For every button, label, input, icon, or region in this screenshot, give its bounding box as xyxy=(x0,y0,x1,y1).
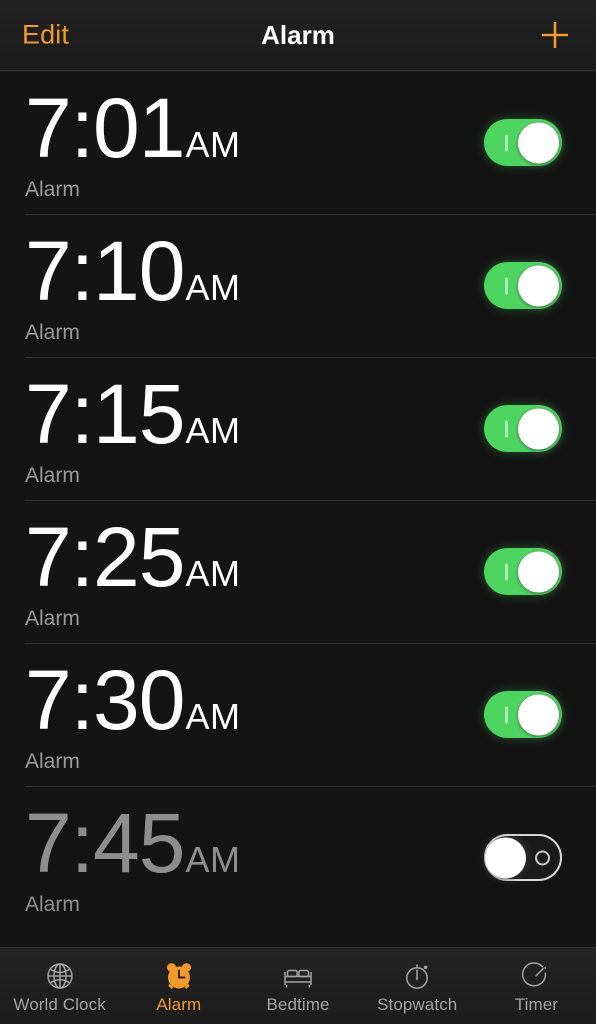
alarm-time-meridiem: AM xyxy=(185,553,241,595)
alarm-toggle[interactable] xyxy=(484,405,562,452)
tab-timer[interactable]: Timer xyxy=(477,948,596,1024)
alarm-label: Alarm xyxy=(25,606,80,630)
alarm-time-meridiem: AM xyxy=(185,267,241,309)
alarm-time-meridiem: AM xyxy=(185,696,241,738)
alarm-row[interactable]: 7:15 AM Alarm xyxy=(0,357,596,500)
alarm-label: Alarm xyxy=(25,892,80,916)
toggle-knob xyxy=(518,408,559,449)
tab-world-clock[interactable]: World Clock xyxy=(0,948,119,1024)
toggle-knob xyxy=(518,265,559,306)
alarm-toggle[interactable] xyxy=(484,834,562,881)
alarm-time-digits: 7:45 xyxy=(25,796,185,891)
plus-icon xyxy=(536,16,574,54)
toggle-knob xyxy=(518,122,559,163)
alarm-time: 7:10 AM xyxy=(25,224,484,319)
toggle-on-indicator-icon xyxy=(505,420,508,437)
alarm-time-meridiem: AM xyxy=(185,839,241,881)
alarm-time-digits: 7:30 xyxy=(25,653,185,748)
alarm-row[interactable]: 7:01 AM Alarm xyxy=(0,71,596,214)
alarm-time: 7:01 AM xyxy=(25,81,484,176)
alarm-time-digits: 7:15 xyxy=(25,367,185,462)
alarm-row[interactable]: 7:30 AM Alarm xyxy=(0,643,596,786)
alarm-clock-icon xyxy=(162,959,196,993)
alarm-info: 7:01 AM Alarm xyxy=(25,85,484,200)
tab-label: Bedtime xyxy=(266,995,330,1014)
timer-icon xyxy=(519,959,553,993)
stopwatch-icon xyxy=(400,959,434,993)
navigation-bar: Edit Alarm xyxy=(0,0,596,71)
alarm-time-digits: 7:10 xyxy=(25,224,185,319)
bed-icon xyxy=(281,959,315,993)
alarm-label: Alarm xyxy=(25,749,80,773)
tab-alarm[interactable]: Alarm xyxy=(119,948,238,1024)
tab-bedtime[interactable]: Bedtime xyxy=(238,948,357,1024)
tab-label: Alarm xyxy=(156,995,202,1014)
alarm-label: Alarm xyxy=(25,463,80,487)
alarm-toggle[interactable] xyxy=(484,119,562,166)
alarm-time-meridiem: AM xyxy=(185,410,241,452)
alarm-time-meridiem: AM xyxy=(185,124,241,166)
toggle-on-indicator-icon xyxy=(505,706,508,723)
toggle-knob xyxy=(518,694,559,735)
alarm-time-digits: 7:25 xyxy=(25,510,185,605)
alarm-row[interactable]: 7:45 AM Alarm xyxy=(0,786,596,929)
tab-label: World Clock xyxy=(13,995,106,1014)
toggle-on-indicator-icon xyxy=(505,563,508,580)
tab-label: Timer xyxy=(514,995,559,1014)
alarm-list: 7:01 AM Alarm 7:10 AM Alarm 7:15 AM Alarm 7:25 AM A… xyxy=(0,71,596,947)
alarm-info: 7:15 AM Alarm xyxy=(25,371,484,486)
toggle-knob xyxy=(485,837,526,878)
alarm-time-digits: 7:01 xyxy=(25,81,185,176)
alarm-toggle[interactable] xyxy=(484,262,562,309)
alarm-label: Alarm xyxy=(25,177,80,201)
alarm-row[interactable]: 7:25 AM Alarm xyxy=(0,500,596,643)
alarm-label: Alarm xyxy=(25,320,80,344)
alarm-time: 7:25 AM xyxy=(25,510,484,605)
alarm-info: 7:10 AM Alarm xyxy=(25,228,484,343)
alarm-info: 7:30 AM Alarm xyxy=(25,657,484,772)
alarm-row[interactable]: 7:10 AM Alarm xyxy=(0,214,596,357)
page-title: Alarm xyxy=(261,20,335,50)
tab-bar: World Clock Alarm Bedtime Stopwatch Time… xyxy=(0,947,596,1024)
alarm-time: 7:30 AM xyxy=(25,653,484,748)
globe-icon xyxy=(43,959,77,993)
alarm-app-screen: Edit Alarm 7:01 AM Alarm 7:10 AM Alarm 7:15 AM A… xyxy=(0,0,596,1024)
alarm-info: 7:45 AM Alarm xyxy=(25,800,484,915)
alarm-toggle[interactable] xyxy=(484,548,562,595)
tab-label: Stopwatch xyxy=(377,995,458,1014)
alarm-time: 7:45 AM xyxy=(25,796,484,891)
alarm-toggle[interactable] xyxy=(484,691,562,738)
toggle-on-indicator-icon xyxy=(505,134,508,151)
add-alarm-button[interactable] xyxy=(536,16,574,54)
toggle-knob xyxy=(518,551,559,592)
alarm-time: 7:15 AM xyxy=(25,367,484,462)
toggle-off-indicator-icon xyxy=(535,850,550,865)
toggle-on-indicator-icon xyxy=(505,277,508,294)
alarm-info: 7:25 AM Alarm xyxy=(25,514,484,629)
tab-stopwatch[interactable]: Stopwatch xyxy=(358,948,477,1024)
